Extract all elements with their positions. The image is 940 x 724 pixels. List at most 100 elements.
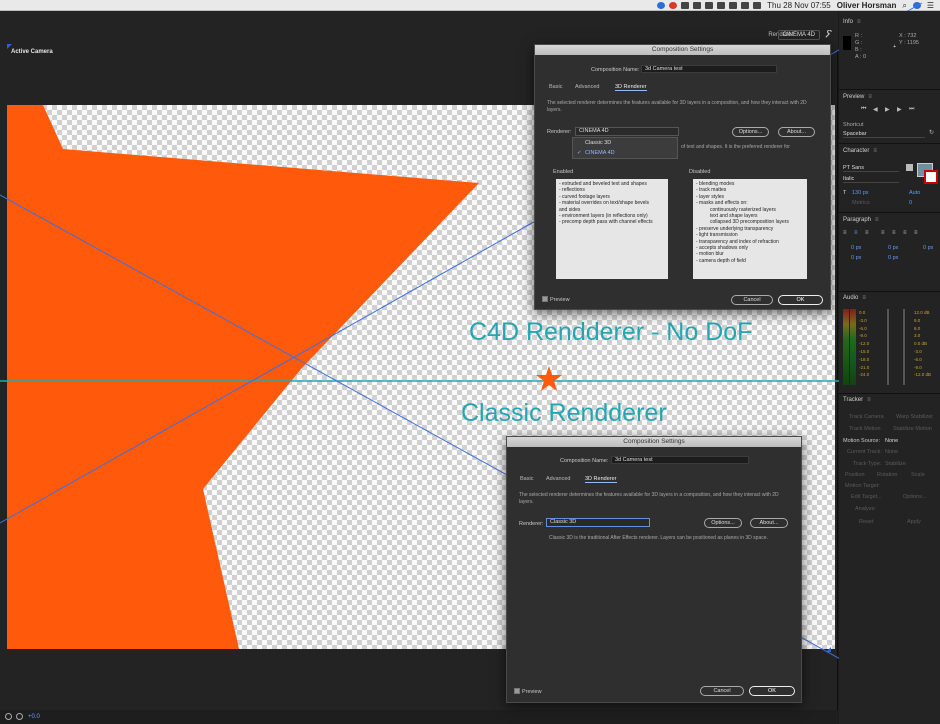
renderer-select[interactable]: CINEMA 4D [575, 127, 679, 136]
composition-name-field[interactable]: 3d Camera test [611, 456, 749, 464]
refresh-icon[interactable]: ↻ [929, 129, 934, 136]
reset-button[interactable]: Reset [859, 519, 873, 525]
preview-panel-header[interactable]: Preview ≡ [839, 93, 940, 102]
edit-target-button[interactable]: Edit Target... [851, 494, 882, 500]
rotation-checkbox[interactable]: Rotation [877, 472, 898, 478]
track-type-select[interactable]: Stabilize [885, 461, 906, 467]
space-before-value[interactable]: 0 px [851, 255, 861, 261]
scale-checkbox[interactable]: Scale [911, 472, 925, 478]
justify-left-icon[interactable]: ≡ [881, 230, 885, 236]
first-frame-icon[interactable]: ⏮ [861, 106, 866, 113]
justify-center-icon[interactable]: ≡ [892, 230, 896, 236]
audio-panel-header[interactable]: Audio ≡ [839, 294, 940, 303]
creative-cloud-icon[interactable] [693, 2, 702, 9]
tracker-options-button[interactable]: Options... [903, 494, 927, 500]
ok-button[interactable]: OK [778, 295, 823, 305]
battery-icon[interactable] [729, 2, 738, 9]
font-size-value[interactable]: 130 px [852, 190, 869, 196]
volume-icon[interactable] [753, 2, 762, 9]
tab-basic[interactable]: Basic [520, 476, 533, 482]
indent-left-value[interactable]: 0 px [851, 245, 861, 251]
spotlight-icon[interactable]: ⌕ [902, 1, 906, 11]
vpn-icon[interactable] [705, 2, 714, 9]
dropbox-icon[interactable] [657, 2, 666, 9]
tracker-panel-header[interactable]: Tracker ≡ [839, 396, 940, 405]
kerning-value[interactable]: Metrics [852, 200, 870, 206]
menu-bar-icons[interactable] [657, 2, 762, 9]
font-style-select[interactable]: Italic [843, 176, 899, 183]
eyedropper-icon[interactable] [906, 164, 913, 171]
position-checkbox[interactable]: Position [845, 472, 865, 478]
stabilize-motion-button[interactable]: Stabilize Motion [893, 426, 932, 432]
align-right-icon[interactable]: ≡ [865, 230, 869, 236]
tab-3d-renderer[interactable]: 3D Renderer [615, 84, 647, 91]
align-left-icon[interactable]: ≡ [843, 230, 847, 236]
track-motion-button[interactable]: Track Motion [849, 426, 881, 432]
indent-right-value[interactable]: 0 px [888, 245, 898, 251]
app-status-icon[interactable] [669, 2, 678, 9]
track-camera-button[interactable]: Track Camera [849, 414, 884, 420]
user-name[interactable]: Oliver Horsman [837, 1, 897, 10]
sync-icon[interactable] [681, 2, 690, 9]
renderer-button[interactable]: CINEMA 4D [777, 30, 820, 40]
dropdown-option-classic-3d[interactable]: Classic 3D [573, 138, 677, 148]
last-frame-icon[interactable]: ⏭ [909, 106, 914, 113]
composition-name-field[interactable]: 3d Camera test [641, 65, 777, 73]
siri-icon[interactable] [912, 2, 921, 9]
tab-advanced[interactable]: Advanced [546, 476, 570, 482]
renderer-select[interactable]: Classic 3D [546, 518, 650, 527]
audio-tick: -3.0 [859, 317, 867, 323]
options-button[interactable]: Options... [704, 518, 742, 528]
tab-advanced[interactable]: Advanced [575, 84, 599, 90]
panel-menu-icon[interactable]: ≡ [862, 295, 866, 301]
warp-stabilizer-button[interactable]: Warp Stabilizer [896, 414, 933, 420]
panel-menu-icon[interactable]: ≡ [857, 19, 861, 25]
leading-value[interactable]: Auto [909, 190, 920, 196]
analyze-label: Analyze: [855, 506, 877, 512]
preview-checkbox[interactable] [514, 688, 520, 694]
channel-icon[interactable] [16, 713, 23, 720]
audio-slider-left[interactable] [887, 309, 889, 385]
panel-menu-icon[interactable]: ≡ [875, 217, 879, 223]
panel-menu-icon[interactable]: ≡ [868, 94, 872, 100]
dropdown-option-cinema-4d[interactable]: ✓ CINEMA 4D [573, 148, 677, 158]
annotation-classic-renderer: Classic Rendderer [461, 399, 667, 427]
play-icon[interactable]: ▶ [885, 106, 890, 113]
stroke-color-swatch[interactable] [924, 170, 938, 184]
next-frame-icon[interactable]: ▶ [897, 106, 902, 113]
current-track-select[interactable]: None [885, 449, 898, 455]
clock[interactable]: Thu 28 Nov 07:55 [767, 1, 831, 10]
indent-first-value[interactable]: 0 px [923, 245, 933, 251]
ok-button[interactable]: OK [749, 686, 795, 696]
tab-basic[interactable]: Basic [549, 84, 562, 90]
options-button[interactable]: Options... [732, 127, 769, 137]
justify-right-icon[interactable]: ≡ [903, 230, 907, 236]
wrench-icon[interactable] [824, 30, 833, 39]
notification-center-icon[interactable]: ☰ [927, 1, 934, 10]
exposure-value[interactable]: +0.0 [28, 714, 40, 720]
about-button[interactable]: About... [778, 127, 815, 137]
preview-checkbox[interactable] [542, 296, 548, 302]
cancel-button[interactable]: Cancel [731, 295, 773, 305]
snapshot-icon[interactable] [5, 713, 12, 720]
shortcut-select[interactable]: Spacebar [843, 131, 925, 138]
wifi-icon[interactable] [741, 2, 750, 9]
align-center-icon[interactable]: ≡ [854, 230, 858, 236]
tracking-value[interactable]: 0 [909, 200, 912, 206]
panel-menu-icon[interactable]: ≡ [867, 397, 871, 403]
about-button[interactable]: About... [750, 518, 788, 528]
audio-slider-right[interactable] [903, 309, 905, 385]
tab-3d-renderer[interactable]: 3D Renderer [585, 476, 617, 483]
justify-all-icon[interactable]: ≡ [914, 230, 918, 236]
info-panel-header[interactable]: Info ≡ [839, 18, 940, 27]
apply-button[interactable]: Apply [907, 519, 921, 525]
bluetooth-icon[interactable] [717, 2, 726, 9]
space-after-value[interactable]: 0 px [888, 255, 898, 261]
paragraph-panel-header[interactable]: Paragraph ≡ [839, 216, 940, 225]
panel-menu-icon[interactable]: ≡ [873, 148, 877, 154]
character-panel-header[interactable]: Character ≡ [839, 147, 940, 156]
previous-frame-icon[interactable]: ◀ [873, 106, 878, 113]
font-family-select[interactable]: PT Sans [843, 165, 899, 172]
motion-source-select[interactable]: None [885, 438, 898, 444]
cancel-button[interactable]: Cancel [700, 686, 744, 696]
